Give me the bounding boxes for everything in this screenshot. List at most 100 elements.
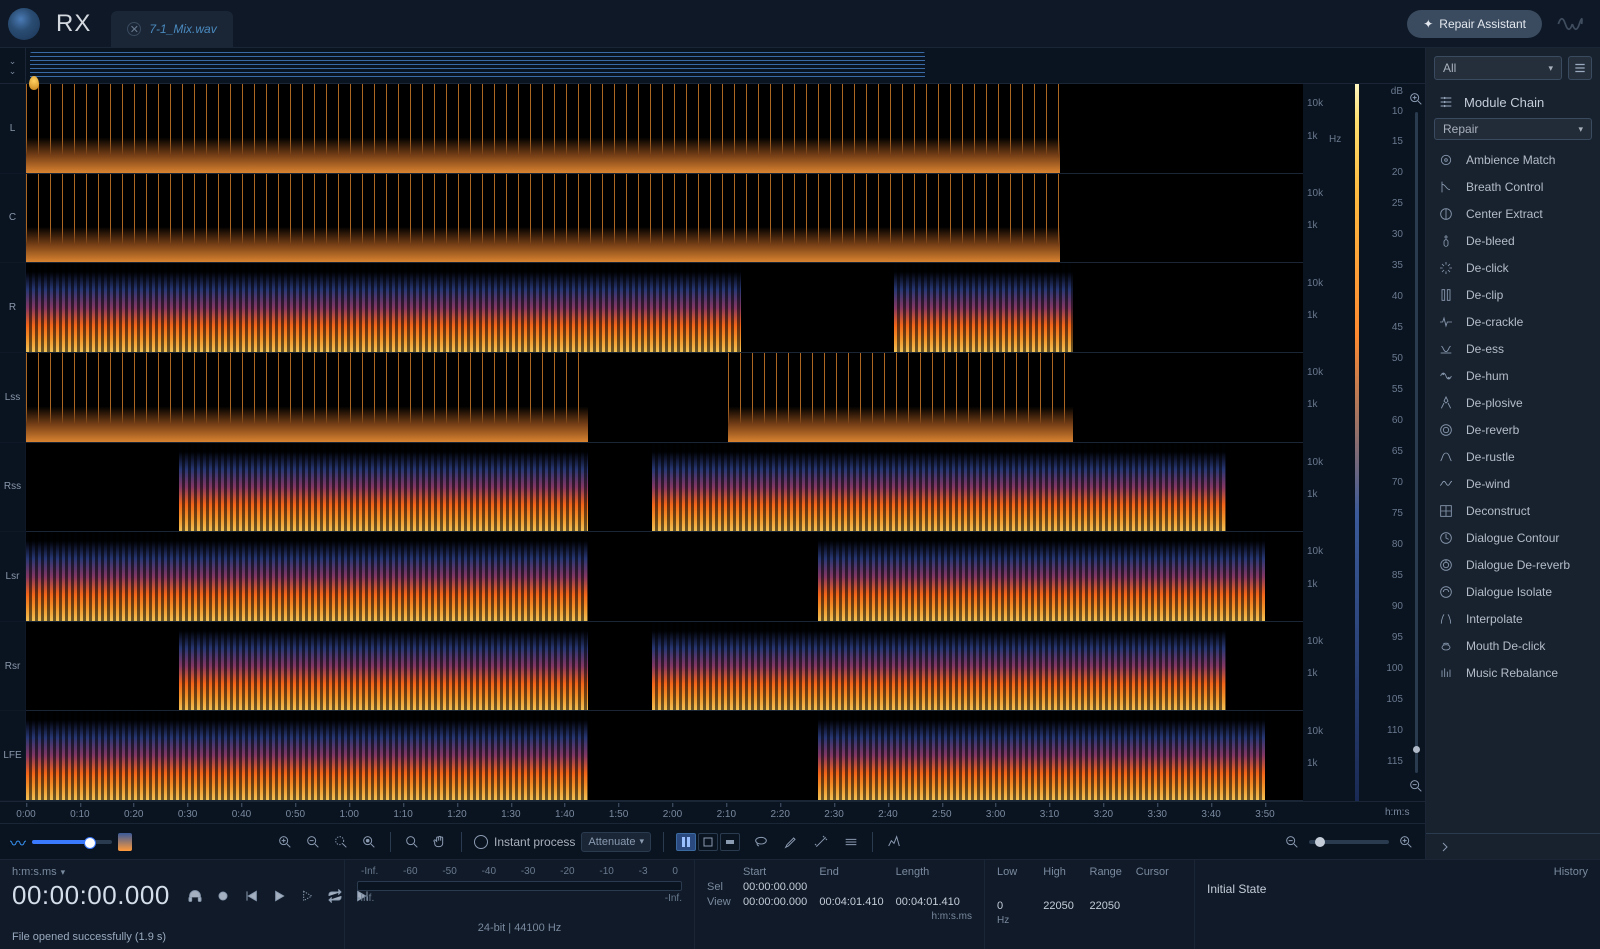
harmonics-tool-icon[interactable] xyxy=(885,833,903,851)
history-state[interactable]: Initial State xyxy=(1207,882,1588,896)
spectrogram-view[interactable] xyxy=(26,84,1303,801)
freq-low-value[interactable]: 0 xyxy=(997,900,1043,912)
module-item[interactable]: Interpolate xyxy=(1426,605,1600,632)
file-tab[interactable]: ✕ 7-1_Mix.wav xyxy=(111,11,232,47)
freq-selection-tool[interactable] xyxy=(720,833,740,851)
module-item[interactable]: De-click xyxy=(1426,254,1600,281)
playhead-marker[interactable] xyxy=(29,76,39,90)
vzoom-in-icon[interactable] xyxy=(1407,90,1425,108)
channel-label[interactable]: Lsr xyxy=(0,532,25,622)
freq-tick-label: 1k xyxy=(1307,489,1318,500)
wand-tool-icon[interactable] xyxy=(812,833,830,851)
module-item[interactable]: De-crackle xyxy=(1426,308,1600,335)
spectrogram-track[interactable] xyxy=(26,711,1303,801)
hzoom-slider[interactable] xyxy=(1309,840,1389,844)
module-item[interactable]: Breath Control xyxy=(1426,173,1600,200)
close-tab-icon[interactable]: ✕ xyxy=(127,22,141,36)
signal-icon[interactable] xyxy=(1556,10,1584,38)
hzoom-in-icon[interactable] xyxy=(1397,833,1415,851)
view-length-value[interactable]: 00:04:01.410 xyxy=(896,896,972,908)
sel-end-value[interactable] xyxy=(819,881,895,893)
zoom-selection-icon[interactable] xyxy=(332,833,350,851)
channel-label[interactable]: Lss xyxy=(0,353,25,443)
module-item[interactable]: Music Rebalance xyxy=(1426,659,1600,686)
spectrogram-track[interactable] xyxy=(26,353,1303,443)
overview-waveform[interactable] xyxy=(30,52,925,79)
zoom-in-icon[interactable] xyxy=(276,833,294,851)
module-item[interactable]: Mouth De-click xyxy=(1426,632,1600,659)
module-item[interactable]: De-reverb xyxy=(1426,416,1600,443)
instant-process-mode-dropdown[interactable]: Attenuate ▾ xyxy=(581,832,651,852)
zoom-out-icon[interactable] xyxy=(304,833,322,851)
module-layout-button[interactable] xyxy=(1568,56,1592,80)
module-item[interactable]: Center Extract xyxy=(1426,200,1600,227)
horiz-select-icon[interactable] xyxy=(842,833,860,851)
module-item[interactable]: Ambience Match xyxy=(1426,146,1600,173)
spectrogram-track[interactable] xyxy=(26,84,1303,174)
freq-high-value[interactable]: 22050 xyxy=(1043,900,1089,912)
brush-tool-icon[interactable] xyxy=(782,833,800,851)
instant-process-icon[interactable] xyxy=(474,835,488,849)
headphones-icon[interactable] xyxy=(186,887,204,905)
zoom-tool-icon[interactable] xyxy=(403,833,421,851)
tf-selection-tool[interactable] xyxy=(698,833,718,851)
spectrogram-track[interactable] xyxy=(26,174,1303,264)
sel-start-value[interactable]: 00:00:00.000 xyxy=(743,881,819,893)
timecode-format-label[interactable]: h:m:s.ms ▾ xyxy=(12,866,332,878)
module-item[interactable]: De-clip xyxy=(1426,281,1600,308)
rewind-icon[interactable] xyxy=(242,887,260,905)
sel-length-value[interactable] xyxy=(896,881,972,893)
module-category-dropdown[interactable]: Repair ▾ xyxy=(1434,118,1592,140)
expand-modules-icon[interactable] xyxy=(1436,838,1454,856)
module-item[interactable]: Dialogue Contour xyxy=(1426,524,1600,551)
module-item[interactable]: Deconstruct xyxy=(1426,497,1600,524)
module-chain-button[interactable]: Module Chain xyxy=(1426,88,1600,116)
module-item[interactable]: De-rustle xyxy=(1426,443,1600,470)
module-label: Mouth De-click xyxy=(1466,639,1545,653)
spectrogram-track[interactable] xyxy=(26,532,1303,622)
vzoom-slider[interactable] xyxy=(1415,112,1418,773)
waveform-view-icon[interactable]: 〰 xyxy=(10,830,26,854)
chevron-down-icon: ▾ xyxy=(1548,63,1553,74)
module-item[interactable]: De-wind xyxy=(1426,470,1600,497)
vzoom-out-icon[interactable] xyxy=(1407,777,1425,795)
lasso-tool-icon[interactable] xyxy=(752,833,770,851)
hand-tool-icon[interactable] xyxy=(431,833,449,851)
channel-label[interactable]: L xyxy=(0,84,25,174)
hzoom-out-icon[interactable] xyxy=(1283,833,1301,851)
view-blend-slider[interactable] xyxy=(32,840,112,844)
view-start-value[interactable]: 00:00:00.000 xyxy=(743,896,819,908)
module-item[interactable]: Dialogue Isolate xyxy=(1426,578,1600,605)
time-ruler[interactable]: 0:000:100:200:300:400:501:001:101:201:30… xyxy=(26,802,1265,823)
module-item[interactable]: Dialogue De-reverb xyxy=(1426,551,1600,578)
channel-label[interactable]: R xyxy=(0,263,25,353)
module-item[interactable]: De-bleed xyxy=(1426,227,1600,254)
play-selection-icon[interactable] xyxy=(298,887,316,905)
app-logo[interactable] xyxy=(0,0,48,48)
overview-expand-toggle[interactable]: ⌄ ⌄ xyxy=(0,48,26,83)
instant-process-label: Instant process xyxy=(494,835,575,849)
view-end-value[interactable]: 00:04:01.410 xyxy=(819,896,895,908)
channel-label[interactable]: C xyxy=(0,174,25,264)
channel-label[interactable]: Rsr xyxy=(0,622,25,712)
time-selection-tool[interactable] xyxy=(676,833,696,851)
loop-icon[interactable] xyxy=(326,887,344,905)
repair-assistant-button[interactable]: ✦ Repair Assistant xyxy=(1407,10,1542,38)
module-item[interactable]: De-ess xyxy=(1426,335,1600,362)
channel-label[interactable]: Rss xyxy=(0,443,25,533)
spectrogram-track[interactable] xyxy=(26,622,1303,712)
record-icon[interactable] xyxy=(214,887,232,905)
spectrogram-view-icon[interactable] xyxy=(118,833,132,851)
module-item[interactable]: De-plosive xyxy=(1426,389,1600,416)
module-label: Ambience Match xyxy=(1466,153,1555,167)
freq-tick-label: 10k xyxy=(1307,726,1323,737)
freq-range-value[interactable]: 22050 xyxy=(1090,900,1136,912)
spectrogram-track[interactable] xyxy=(26,263,1303,353)
module-filter-dropdown[interactable]: All ▾ xyxy=(1434,56,1562,80)
module-item[interactable]: De-hum xyxy=(1426,362,1600,389)
timecode-display[interactable]: 00:00:00.000 xyxy=(12,880,170,911)
play-icon[interactable] xyxy=(270,887,288,905)
zoom-fit-icon[interactable] xyxy=(360,833,378,851)
channel-label[interactable]: LFE xyxy=(0,711,25,801)
spectrogram-track[interactable] xyxy=(26,443,1303,533)
